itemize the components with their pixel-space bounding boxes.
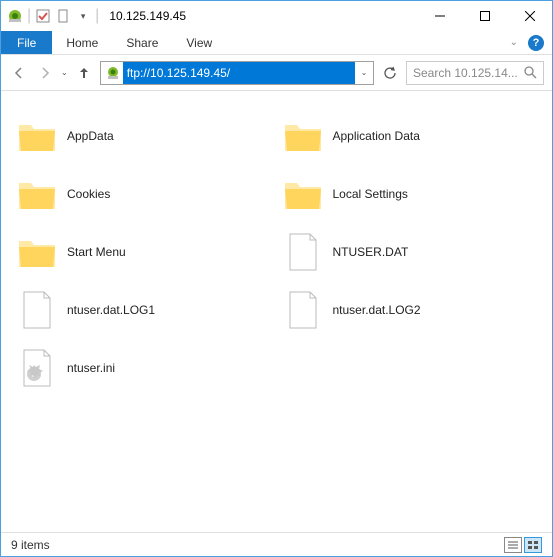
titlebar: | ▾ | 10.125.149.45 — [1, 1, 552, 31]
folder-icon — [17, 174, 57, 214]
window-title: 10.125.149.45 — [109, 9, 186, 23]
file-icon — [17, 290, 57, 330]
search-input[interactable]: Search 10.125.14... — [413, 66, 524, 80]
tab-view[interactable]: View — [172, 31, 226, 54]
navbar: ⌄ ftp://10.125.149.45/ ⌄ Search 10.125.1… — [1, 55, 552, 91]
minimize-button[interactable] — [417, 1, 462, 31]
list-item[interactable]: ntuser.ini — [17, 339, 277, 397]
list-item[interactable]: Cookies — [17, 165, 277, 223]
quick-access-toolbar: | ▾ | 10.125.149.45 — [1, 7, 186, 25]
maximize-button[interactable] — [462, 1, 507, 31]
tab-file[interactable]: File — [1, 31, 52, 54]
item-label: AppData — [67, 129, 114, 143]
ribbon-right: ⌄ ? — [510, 31, 552, 54]
file-icon — [283, 290, 323, 330]
item-label: Cookies — [67, 187, 110, 201]
item-label: Start Menu — [67, 245, 126, 259]
status-count: 9 items — [11, 538, 50, 552]
folder-icon — [17, 232, 57, 272]
list-item[interactable]: Application Data — [283, 107, 543, 165]
item-label: Application Data — [333, 129, 420, 143]
statusbar: 9 items — [1, 532, 552, 556]
document-icon[interactable] — [55, 8, 71, 24]
item-label: ntuser.dat.LOG2 — [333, 303, 421, 317]
view-icons-button[interactable] — [524, 537, 542, 553]
address-bar[interactable]: ftp://10.125.149.45/ ⌄ — [100, 61, 374, 85]
app-icon — [7, 8, 23, 24]
checkbox-icon[interactable] — [35, 8, 51, 24]
item-label: Local Settings — [333, 187, 408, 201]
qat-divider: | — [95, 7, 99, 25]
item-label: NTUSER.DAT — [333, 245, 409, 259]
item-label: ntuser.dat.LOG1 — [67, 303, 155, 317]
tab-share[interactable]: Share — [112, 31, 172, 54]
list-item[interactable]: Start Menu — [17, 223, 277, 281]
close-button[interactable] — [507, 1, 552, 31]
folder-icon — [17, 116, 57, 156]
forward-button[interactable] — [35, 63, 55, 83]
back-button[interactable] — [9, 63, 29, 83]
list-item[interactable]: NTUSER.DAT — [283, 223, 543, 281]
file-icon — [283, 232, 323, 272]
address-input[interactable]: ftp://10.125.149.45/ — [123, 62, 355, 84]
refresh-button[interactable] — [380, 63, 400, 83]
view-switcher — [504, 537, 542, 553]
folder-icon — [283, 174, 323, 214]
ftp-site-icon — [103, 63, 123, 83]
list-item[interactable]: Local Settings — [283, 165, 543, 223]
list-item[interactable]: ntuser.dat.LOG2 — [283, 281, 543, 339]
address-dropdown-icon[interactable]: ⌄ — [355, 68, 373, 77]
qat-dropdown-icon[interactable]: ▾ — [75, 8, 91, 24]
help-icon[interactable]: ? — [528, 35, 544, 51]
file-list[interactable]: AppData Application Data Cookies Local Sett… — [1, 91, 552, 532]
search-icon — [524, 66, 537, 79]
list-item[interactable]: ntuser.dat.LOG1 — [17, 281, 277, 339]
item-label: ntuser.ini — [67, 361, 115, 375]
tab-home[interactable]: Home — [52, 31, 112, 54]
chevron-down-icon[interactable]: ⌄ — [510, 37, 518, 48]
folder-icon — [283, 116, 323, 156]
qat-divider: | — [27, 7, 31, 25]
search-box[interactable]: Search 10.125.14... — [406, 61, 544, 85]
ini-icon — [17, 348, 57, 388]
list-item[interactable]: AppData — [17, 107, 277, 165]
up-button[interactable] — [74, 63, 94, 83]
window-controls — [417, 1, 552, 31]
ribbon: File Home Share View ⌄ ? — [1, 31, 552, 55]
view-details-button[interactable] — [504, 537, 522, 553]
history-dropdown-icon[interactable]: ⌄ — [61, 68, 68, 77]
